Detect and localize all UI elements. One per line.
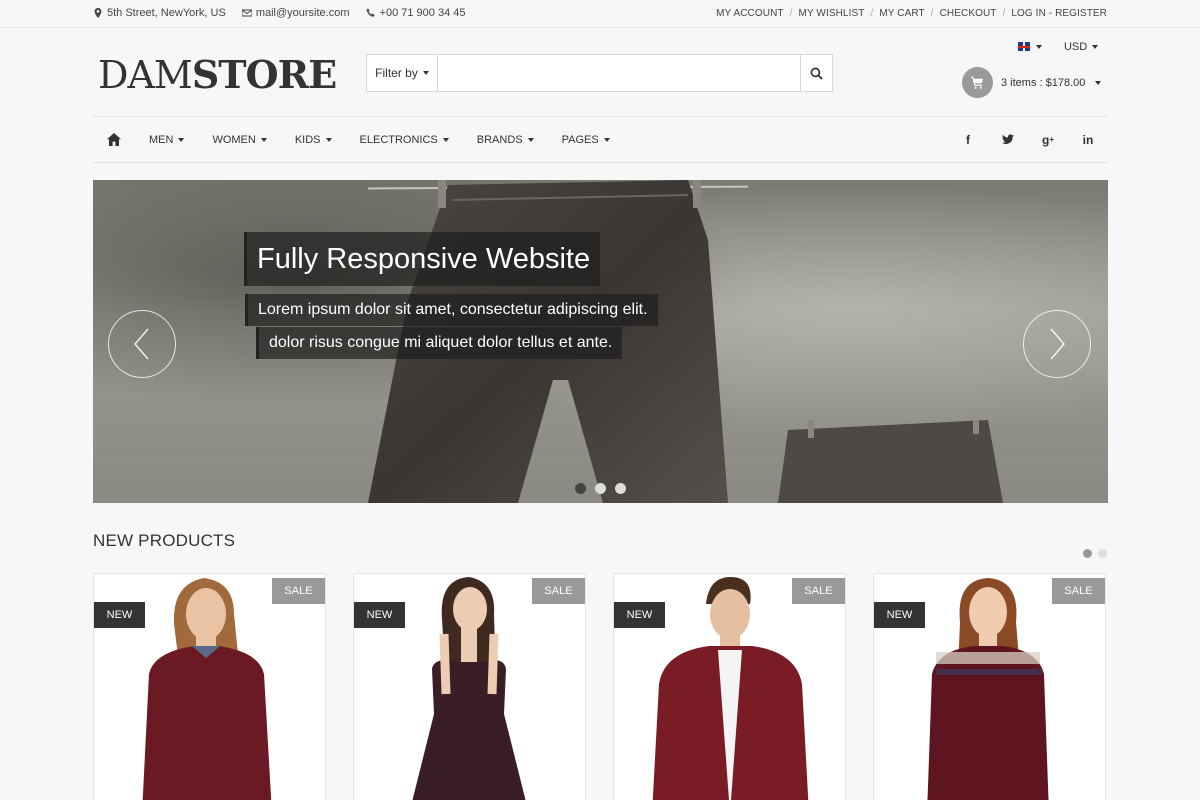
email[interactable]: mail@yoursite.com: [241, 7, 350, 19]
divider: /: [789, 8, 793, 19]
main-navigation: MEN WOMEN KIDS ELECTRONICS BRANDS PAGES …: [93, 116, 1108, 163]
email-text[interactable]: mail@yoursite.com: [256, 7, 350, 19]
nav-item-kids[interactable]: KIDS: [281, 134, 346, 146]
new-badge: NEW: [874, 602, 925, 628]
nav-item-label: WOMEN: [212, 133, 256, 146]
social-links: f g + in: [948, 130, 1108, 150]
product-card[interactable]: NEW SALE: [873, 573, 1106, 800]
language-selector[interactable]: [1018, 42, 1042, 51]
uk-flag-icon: [1018, 42, 1030, 51]
slider-pagination: [575, 483, 626, 494]
product-card[interactable]: NEW SALE: [613, 573, 846, 800]
hero-caption-line1: Lorem ipsum dolor sit amet, consectetur …: [245, 294, 658, 326]
contact-info: 5th Street, NewYork, US mail@yoursite.co…: [93, 7, 465, 19]
logo-bold-text: STORE: [191, 52, 337, 97]
cart-summary[interactable]: 3 items : $178.00: [962, 67, 1102, 98]
filter-label: Filter by: [375, 66, 418, 80]
nav-item-label: KIDS: [294, 133, 321, 146]
hero-slider: Fully Responsive Website Lorem ipsum dol…: [93, 180, 1108, 503]
products-page-dot[interactable]: [1083, 549, 1092, 558]
my-cart-link[interactable]: MY CART: [879, 8, 924, 19]
currency-selector[interactable]: USD: [1064, 41, 1099, 53]
envelope-icon: [241, 9, 252, 17]
nav-item-label: BRANDS: [476, 133, 523, 146]
phone: +00 71 900 34 45: [366, 7, 466, 19]
hero-small-jeans-image: [778, 420, 1003, 503]
products-page-dot[interactable]: [1098, 549, 1107, 558]
sale-badge: SALE: [272, 578, 325, 604]
address: 5th Street, NewYork, US: [93, 7, 226, 19]
store-logo[interactable]: DAMSTORE: [98, 52, 337, 97]
section-title-new-products: NEW PRODUCTS: [93, 531, 236, 550]
search-icon: [810, 67, 823, 80]
phone-icon: [366, 8, 375, 17]
caret-down-icon: [422, 71, 429, 75]
facebook-icon[interactable]: f: [948, 130, 988, 150]
currency-label: USD: [1064, 41, 1088, 53]
chevron-left-icon: [134, 328, 149, 360]
nav-item-pages[interactable]: PAGES: [548, 134, 624, 146]
logo-light-text: DAM: [98, 53, 193, 97]
nav-item-label: MEN: [149, 133, 174, 146]
caret-down-icon: [1092, 45, 1099, 49]
twitter-bird-shape: [1002, 134, 1014, 145]
login-register-link[interactable]: LOG IN - REGISTER: [1011, 8, 1107, 19]
cart-icon-button[interactable]: [962, 67, 993, 98]
nav-menu: MEN WOMEN KIDS ELECTRONICS BRANDS PAGES: [135, 134, 624, 146]
map-marker-icon: [94, 8, 102, 18]
search-input[interactable]: [438, 55, 800, 91]
products-pagination: [1083, 549, 1107, 558]
new-badge: NEW: [354, 602, 405, 628]
caret-down-icon: [178, 137, 185, 142]
my-account-link[interactable]: MY ACCOUNT: [716, 8, 784, 19]
slider-dot[interactable]: [575, 483, 586, 494]
caret-down-icon: [325, 137, 332, 142]
sale-badge: SALE: [532, 578, 585, 604]
nav-item-label: PAGES: [561, 133, 599, 146]
new-badge: NEW: [94, 602, 145, 628]
slider-prev-button[interactable]: [108, 310, 176, 378]
hero-caption-line2: dolor risus congue mi aliquet dolor tell…: [256, 327, 623, 359]
divider: /: [930, 8, 934, 19]
nav-item-men[interactable]: MEN: [135, 134, 198, 146]
slider-dot[interactable]: [595, 483, 606, 494]
caret-down-icon: [603, 137, 610, 142]
divider: /: [1002, 8, 1006, 19]
hero-caption-title: Fully Responsive Website: [244, 232, 601, 286]
checkout-link[interactable]: CHECKOUT: [940, 8, 997, 19]
linkedin-icon[interactable]: in: [1068, 130, 1108, 150]
nav-item-electronics[interactable]: ELECTRONICS: [346, 134, 463, 146]
search-button[interactable]: [800, 55, 832, 91]
sale-badge: SALE: [1052, 578, 1105, 604]
filter-dropdown[interactable]: Filter by: [367, 55, 438, 91]
new-badge: NEW: [614, 602, 665, 628]
caret-down-icon: [260, 137, 267, 142]
caret-down-icon: [1036, 44, 1042, 49]
slider-dot[interactable]: [615, 483, 626, 494]
divider: /: [870, 8, 874, 19]
nav-item-women[interactable]: WOMEN: [198, 134, 280, 146]
home-button[interactable]: [93, 133, 135, 146]
nav-item-label: ELECTRONICS: [359, 133, 438, 146]
slider-next-button[interactable]: [1023, 310, 1091, 378]
caret-down-icon: [527, 137, 534, 142]
sale-badge: SALE: [792, 578, 845, 604]
cart-summary-text: 3 items : $178.00: [1001, 76, 1086, 89]
google-plus-icon[interactable]: g +: [1028, 130, 1068, 150]
product-card[interactable]: NEW SALE: [353, 573, 586, 800]
shopping-cart-icon: [971, 76, 984, 89]
home-icon: [107, 133, 121, 146]
twitter-icon[interactable]: [988, 130, 1028, 150]
product-card[interactable]: NEW SALE: [93, 573, 326, 800]
search-bar: Filter by: [366, 54, 833, 92]
my-wishlist-link[interactable]: MY WISHLIST: [799, 8, 865, 19]
account-links: MY ACCOUNT / MY WISHLIST / MY CART / CHECKO…: [716, 8, 1107, 19]
top-bar: 5th Street, NewYork, US mail@yoursite.co…: [0, 0, 1200, 28]
chevron-right-icon: [1050, 328, 1065, 360]
nav-item-brands[interactable]: BRANDS: [463, 134, 548, 146]
phone-text: +00 71 900 34 45: [379, 7, 466, 19]
caret-down-icon: [1095, 80, 1102, 85]
address-text: 5th Street, NewYork, US: [107, 7, 226, 19]
caret-down-icon: [442, 137, 449, 142]
